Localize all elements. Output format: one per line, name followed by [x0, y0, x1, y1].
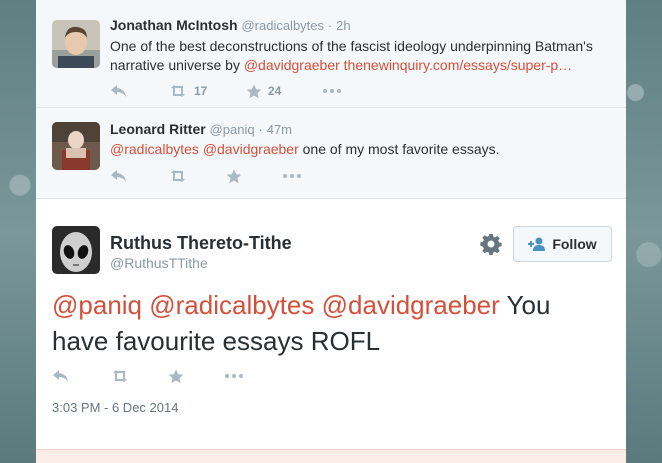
favorite-icon — [246, 84, 262, 98]
tweet-timestamp[interactable]: 3:03 PM - 6 Dec 2014 — [52, 400, 178, 415]
tweet-text-body: one of my most favorite essays. — [298, 141, 500, 157]
favorite-icon — [168, 369, 184, 383]
more-icon — [283, 174, 301, 178]
main-tweet: Ruthus Thereto-Tithe @RuthusTTithe Follo… — [36, 199, 626, 449]
tweet-text: @paniq @radicalbytes @davidgraeber You h… — [52, 287, 612, 359]
retweet-button[interactable] — [168, 169, 226, 183]
favorite-button[interactable] — [226, 169, 282, 184]
reply-box[interactable] — [36, 449, 626, 463]
follow-user-icon — [528, 237, 546, 251]
tweet-header: Leonard Ritter @paniq · 47m — [110, 121, 292, 137]
display-name[interactable]: Leonard Ritter — [110, 121, 206, 137]
tweet-text: One of the best deconstructions of the f… — [110, 37, 610, 75]
avatar[interactable] — [52, 226, 100, 274]
retweet-icon — [171, 85, 185, 97]
avatar[interactable] — [52, 20, 100, 68]
user-handle[interactable]: @paniq — [210, 122, 255, 137]
reply-icon — [111, 85, 126, 97]
timestamp[interactable]: 47m — [267, 122, 292, 137]
gear-icon[interactable] — [480, 233, 502, 256]
timeline: Jonathan McIntosh @radicalbytes · 2h One… — [36, 0, 626, 463]
tweet-text: @radicalbytes @davidgraeber one of my mo… — [110, 140, 610, 159]
retweet-icon — [171, 170, 185, 182]
more-icon — [225, 374, 243, 378]
timestamp[interactable]: 2h — [336, 18, 350, 33]
more-button[interactable] — [322, 88, 342, 94]
retweet-icon — [113, 370, 127, 382]
favorite-button[interactable] — [168, 369, 224, 384]
mention-link[interactable]: @radicalbytes — [149, 290, 314, 320]
separator: · — [327, 18, 333, 33]
tweet-leonard[interactable]: Leonard Ritter @paniq · 47m @radicalbyte… — [36, 108, 626, 199]
separator: · — [258, 122, 263, 137]
reply-icon — [111, 170, 126, 182]
mention-link[interactable]: @davidgraeber — [244, 57, 340, 73]
display-name[interactable]: Jonathan McIntosh — [110, 17, 238, 33]
more-icon — [323, 89, 341, 93]
tweet-actions — [52, 367, 244, 385]
retweet-count: 17 — [194, 84, 208, 98]
reply-button[interactable] — [52, 369, 110, 383]
tweet-jonathan[interactable]: Jonathan McIntosh @radicalbytes · 2h One… — [36, 0, 626, 108]
follow-label: Follow — [552, 236, 597, 252]
tweet-actions: 17 24 — [110, 82, 342, 100]
tweet-actions — [110, 167, 302, 185]
follow-button[interactable]: Follow — [513, 226, 612, 262]
mention-link[interactable]: @paniq — [52, 290, 142, 320]
mention-link[interactable]: @davidgraeber — [322, 290, 500, 320]
favorite-count: 24 — [268, 84, 282, 98]
mention-link[interactable]: @davidgraeber — [203, 141, 299, 157]
url-link[interactable]: thenewinquiry.com/essays/super-p… — [344, 57, 573, 73]
reply-button[interactable] — [110, 84, 168, 98]
reply-button[interactable] — [110, 169, 168, 183]
tweet-header: Jonathan McIntosh @radicalbytes · 2h — [110, 17, 351, 33]
user-handle[interactable]: @RuthusTTithe — [110, 255, 208, 271]
more-button[interactable] — [282, 173, 302, 179]
favorite-button[interactable]: 24 — [246, 84, 322, 99]
mention-link[interactable]: @radicalbytes — [110, 141, 199, 157]
retweet-button[interactable] — [110, 369, 168, 383]
display-name[interactable]: Ruthus Thereto-Tithe — [110, 233, 292, 254]
reply-icon — [53, 370, 68, 382]
user-handle[interactable]: @radicalbytes — [241, 18, 324, 33]
more-button[interactable] — [224, 373, 244, 379]
favorite-icon — [226, 169, 242, 183]
avatar[interactable] — [52, 122, 100, 170]
retweet-button[interactable]: 17 — [168, 84, 246, 98]
